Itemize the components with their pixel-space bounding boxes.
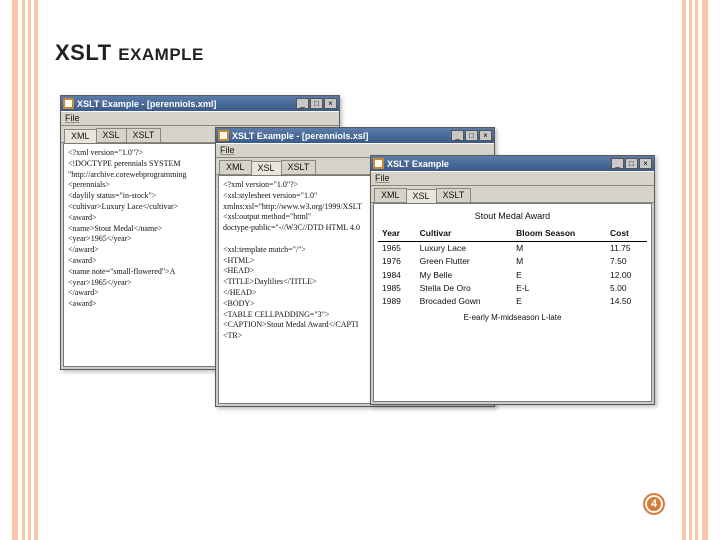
window-title: XSLT Example - [perenniols.xsl] — [232, 131, 451, 141]
window-controls: _ □ × — [611, 158, 652, 169]
col-cost: Cost — [606, 227, 647, 241]
decor-stripe — [682, 0, 686, 540]
table-row: 1965Luxury LaceM11.75 — [378, 241, 647, 255]
menu-file[interactable]: File — [65, 113, 80, 123]
window-title: XSLT Example — [387, 159, 611, 169]
cell: M — [512, 255, 606, 268]
window-output[interactable]: XSLT Example _ □ × File XMLXSLXSLT Stout… — [370, 155, 655, 405]
app-icon — [218, 130, 229, 141]
decor-stripe — [22, 0, 25, 540]
cell: E — [512, 269, 606, 282]
decor-stripe — [34, 0, 38, 540]
cell: 1989 — [378, 295, 416, 308]
table-header-row: YearCultivarBloom SeasonCost — [378, 227, 647, 241]
close-button[interactable]: × — [479, 130, 492, 141]
tab-xsl[interactable]: XSL — [251, 161, 282, 175]
titlebar[interactable]: XSLT Example _ □ × — [371, 156, 654, 171]
menubar[interactable]: File — [371, 171, 654, 186]
tab-xsl[interactable]: XSL — [96, 128, 127, 142]
table-row: 1976Green FlutterM7.50 — [378, 255, 647, 268]
decor-stripe — [695, 0, 698, 540]
titlebar[interactable]: XSLT Example - [perenniols.xsl] _ □ × — [216, 128, 494, 143]
col-year: Year — [378, 227, 416, 241]
cell: My Belle — [416, 269, 513, 282]
tab-xml[interactable]: XML — [219, 160, 252, 174]
table-body: 1965Luxury LaceM11.751976Green FlutterM7… — [378, 241, 647, 309]
tab-xsl[interactable]: XSL — [406, 189, 437, 203]
cell: E-L — [512, 282, 606, 295]
tab-xslt[interactable]: XSLT — [126, 128, 162, 142]
cell: Brocaded Gown — [416, 295, 513, 308]
menu-file[interactable]: File — [375, 173, 390, 183]
cell: E — [512, 295, 606, 308]
result-table: YearCultivarBloom SeasonCost 1965Luxury … — [378, 227, 647, 309]
close-button[interactable]: × — [639, 158, 652, 169]
menu-file[interactable]: File — [220, 145, 235, 155]
cell: 7.50 — [606, 255, 647, 268]
decor-stripe — [28, 0, 31, 540]
menubar[interactable]: File — [61, 111, 339, 126]
stage: XSLT Example - [perenniols.xml] _ □ × Fi… — [60, 95, 660, 480]
cell: 11.75 — [606, 241, 647, 255]
cell: Green Flutter — [416, 255, 513, 268]
close-button[interactable]: × — [324, 98, 337, 109]
table-row: 1984My BelleE12.00 — [378, 269, 647, 282]
maximize-button[interactable]: □ — [310, 98, 323, 109]
maximize-button[interactable]: □ — [465, 130, 478, 141]
cell: 1985 — [378, 282, 416, 295]
cell: Stella De Oro — [416, 282, 513, 295]
tab-xml[interactable]: XML — [374, 188, 407, 202]
tab-xml[interactable]: XML — [64, 129, 97, 143]
cell: 5.00 — [606, 282, 647, 295]
cell: 14.50 — [606, 295, 647, 308]
tab-xslt[interactable]: XSLT — [436, 188, 472, 202]
cell: M — [512, 241, 606, 255]
window-controls: _ □ × — [296, 98, 337, 109]
col-bloom-season: Bloom Season — [512, 227, 606, 241]
title-main: XSLT — [55, 40, 112, 65]
table-footer: E-early M-midseason L-late — [378, 309, 647, 324]
titlebar[interactable]: XSLT Example - [perenniols.xml] _ □ × — [61, 96, 339, 111]
cell: 1965 — [378, 241, 416, 255]
app-icon — [373, 158, 384, 169]
tab-xslt[interactable]: XSLT — [281, 160, 317, 174]
app-icon — [63, 98, 74, 109]
decor-stripe — [702, 0, 708, 540]
window-controls: _ □ × — [451, 130, 492, 141]
slide-title: XSLT EXAMPLE — [55, 40, 204, 66]
decor-stripe — [689, 0, 692, 540]
slide-number: 4 — [643, 493, 665, 515]
table-row: 1985Stella De OroE-L5.00 — [378, 282, 647, 295]
cell: 12.00 — [606, 269, 647, 282]
maximize-button[interactable]: □ — [625, 158, 638, 169]
cell: Luxury Lace — [416, 241, 513, 255]
minimize-button[interactable]: _ — [611, 158, 624, 169]
table-caption: Stout Medal Award — [378, 208, 647, 224]
table-row: 1989Brocaded GownE14.50 — [378, 295, 647, 308]
tabstrip: XMLXSLXSLT — [371, 186, 654, 203]
minimize-button[interactable]: _ — [296, 98, 309, 109]
col-cultivar: Cultivar — [416, 227, 513, 241]
minimize-button[interactable]: _ — [451, 130, 464, 141]
title-sub: EXAMPLE — [118, 45, 204, 64]
output-panel: Stout Medal Award YearCultivarBloom Seas… — [373, 203, 652, 402]
cell: 1984 — [378, 269, 416, 282]
cell: 1976 — [378, 255, 416, 268]
decor-stripe — [12, 0, 18, 540]
window-title: XSLT Example - [perenniols.xml] — [77, 99, 296, 109]
